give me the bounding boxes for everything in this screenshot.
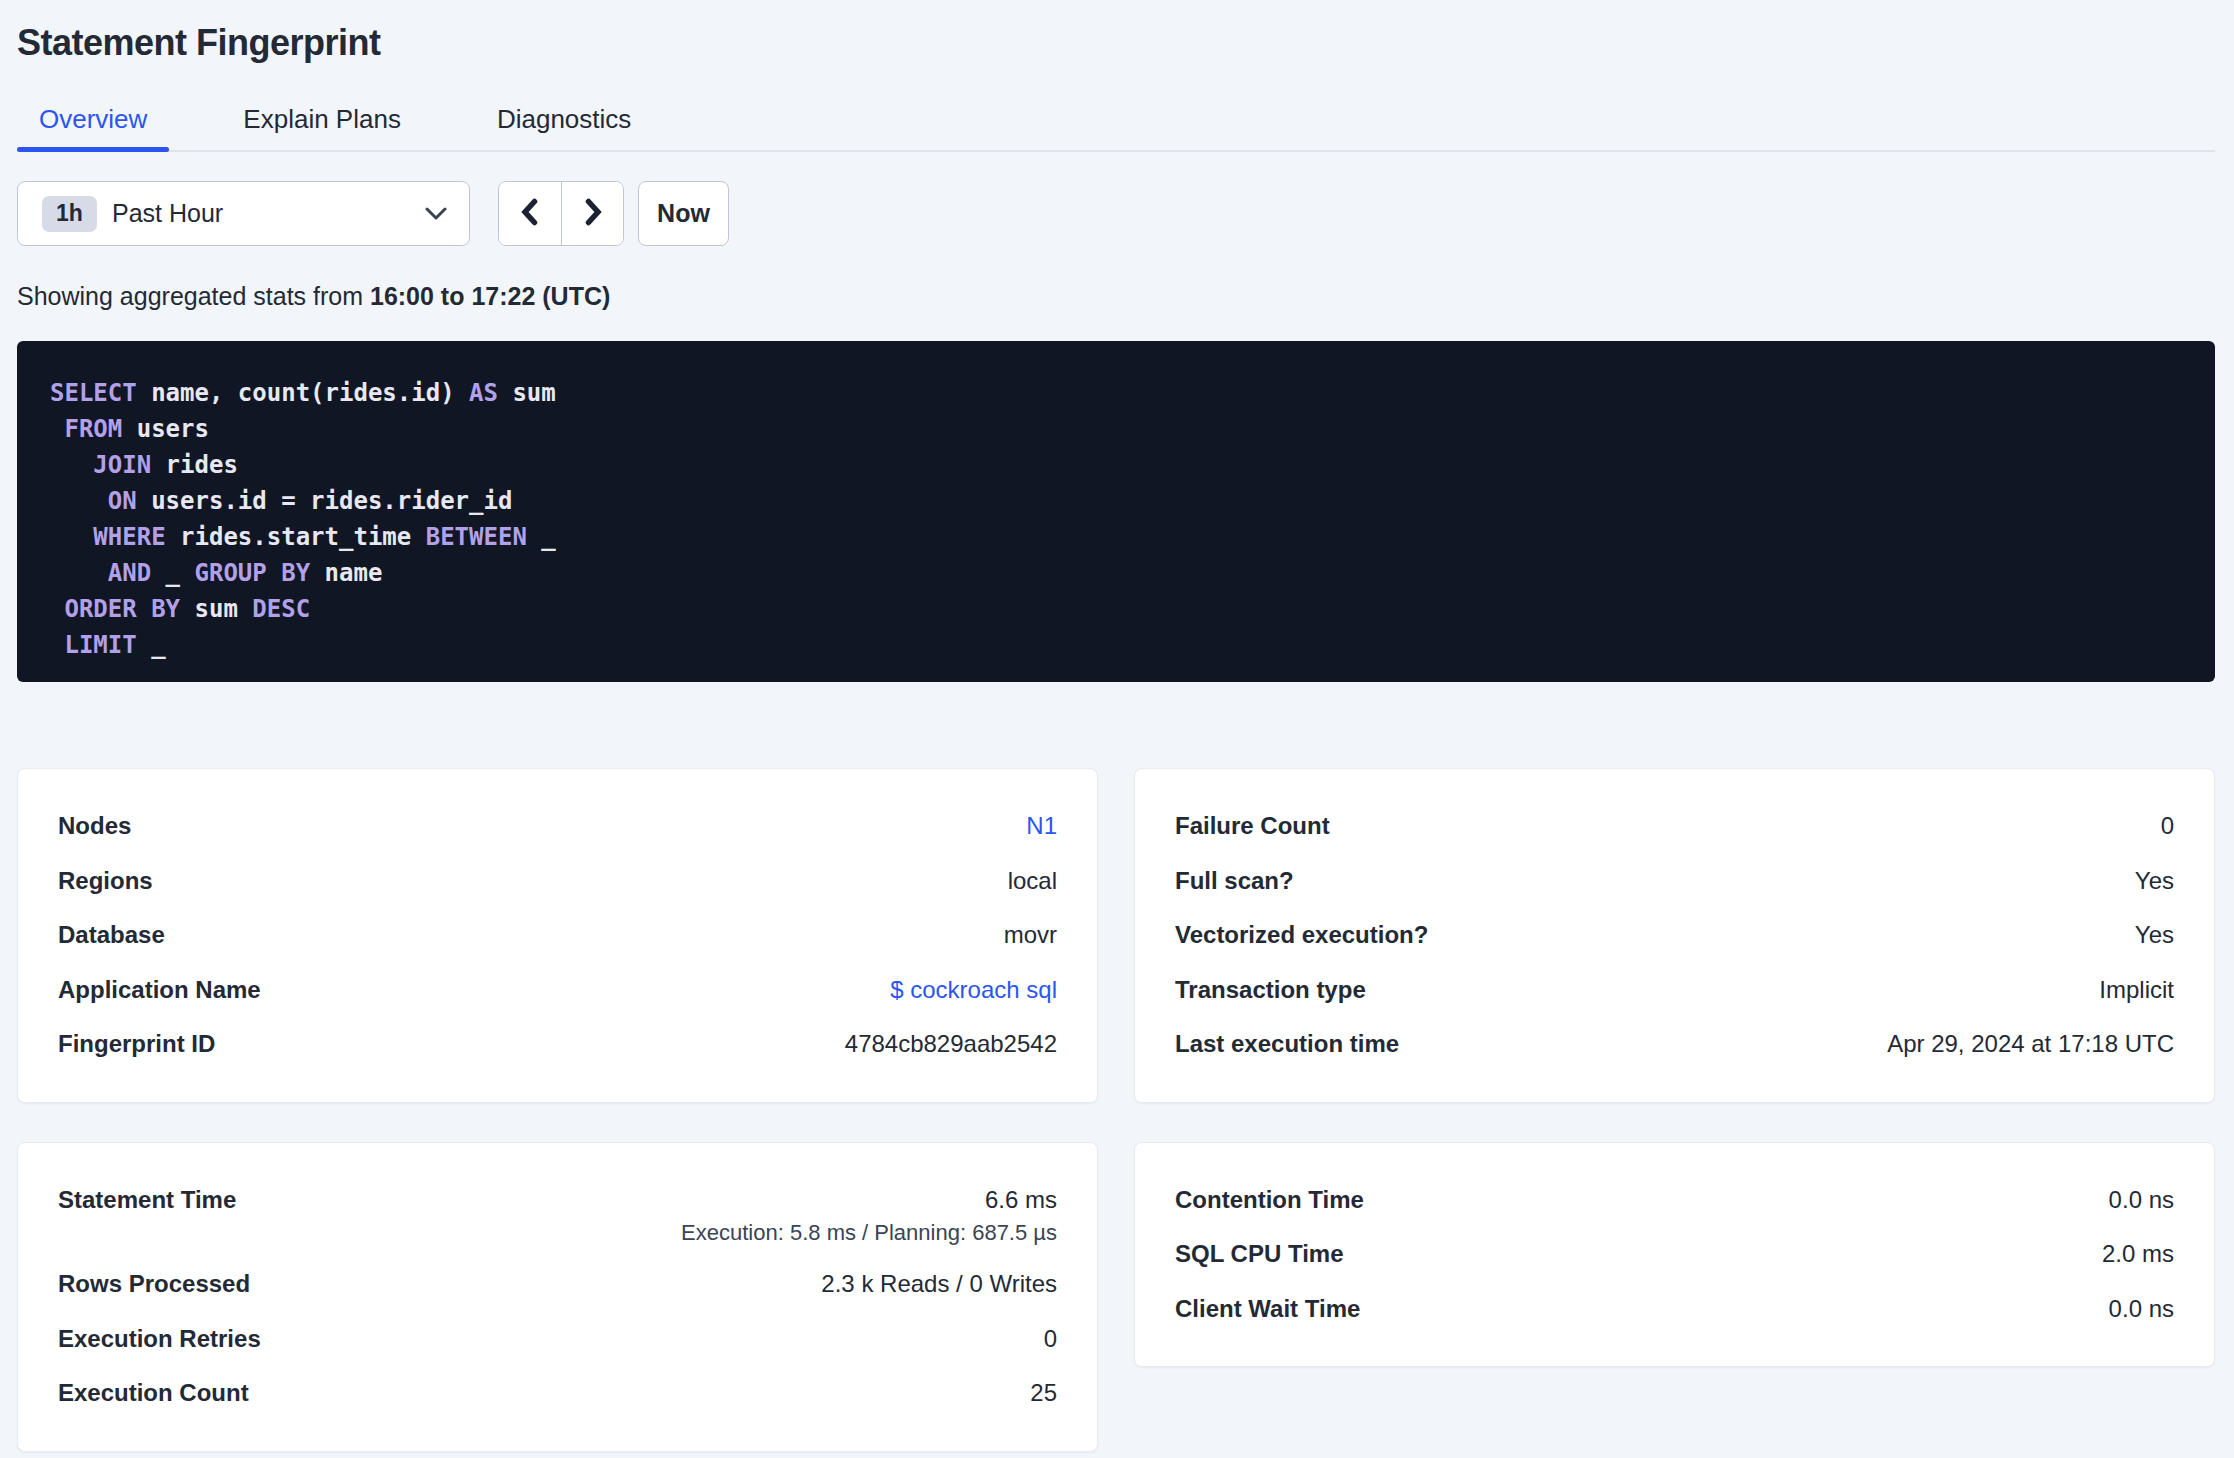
stat-row: Application Name $ cockroach sql <box>58 963 1057 1018</box>
sql-statement-text: SELECT name, count(rides.id) AS sum FROM… <box>50 375 2182 663</box>
stat-row: Last execution time Apr 29, 2024 at 17:18… <box>1175 1017 2174 1072</box>
tab-diagnostics[interactable]: Diagnostics <box>475 104 653 150</box>
stat-label: Transaction type <box>1175 976 1366 1004</box>
stat-label: Database <box>58 921 165 949</box>
stat-label: Failure Count <box>1175 812 1330 840</box>
stat-label: Client Wait Time <box>1175 1295 1360 1323</box>
tab-bar: Overview Explain Plans Diagnostics <box>17 104 2215 152</box>
stat-label: Vectorized execution? <box>1175 921 1428 949</box>
time-controls: 1h Past Hour Now <box>17 181 2215 246</box>
stat-value: 6.6 ms <box>985 1186 1057 1214</box>
stat-label: Full scan? <box>1175 867 1294 895</box>
tab-overview[interactable]: Overview <box>17 104 169 150</box>
stat-row: Nodes N1 <box>58 799 1057 854</box>
previous-range-button[interactable] <box>499 182 561 245</box>
stat-row: Regions local <box>58 854 1057 909</box>
stat-value: Apr 29, 2024 at 17:18 UTC <box>1887 1030 2174 1058</box>
execution-attributes-card: Failure Count0Full scan?YesVectorized ex… <box>1134 768 2215 1103</box>
stat-row: Execution Retries 0 <box>58 1312 1057 1367</box>
stat-value[interactable]: N1 <box>1026 812 1057 840</box>
stat-row: Statement Time 6.6 ms Execution: 5.8 ms / … <box>58 1173 1057 1258</box>
stat-row: Transaction type Implicit <box>1175 963 2174 1018</box>
statement-details-card: Nodes N1 Regions local Database movr Applicati… <box>17 768 1098 1103</box>
stat-row: Contention Time 0.0 ns <box>1175 1173 2174 1228</box>
stat-value: 0 <box>2161 812 2174 840</box>
stat-value[interactable]: $ cockroach sql <box>890 976 1057 1004</box>
stat-row: Full scan? Yes <box>1175 854 2174 909</box>
stat-row: Execution Count 25 <box>58 1366 1057 1421</box>
stat-row: Rows Processed 2.3 k Reads / 0 Writes <box>58 1257 1057 1312</box>
next-range-button[interactable] <box>561 182 623 245</box>
stat-value: 0.0 ns <box>2109 1295 2174 1323</box>
stats-caption-prefix: Showing aggregated stats from <box>17 282 370 310</box>
stat-label: Execution Count <box>58 1379 249 1407</box>
page-container: Statement Fingerprint Overview Explain Pl… <box>0 0 2234 1452</box>
stat-label: Regions <box>58 867 153 895</box>
stat-value: 0 <box>1044 1325 1057 1353</box>
stat-row: Client Wait Time 0.0 ns <box>1175 1282 2174 1337</box>
stat-value: Yes <box>2135 921 2174 949</box>
sql-statement-box: SELECT name, count(rides.id) AS sum FROM… <box>17 341 2215 682</box>
stat-label: Rows Processed <box>58 1270 250 1298</box>
summary-cards: Nodes N1 Regions local Database movr Applicati… <box>17 768 2215 1452</box>
stat-label: Application Name <box>58 976 261 1004</box>
stat-row: Database movr <box>58 908 1057 963</box>
chevron-right-icon <box>580 198 606 229</box>
statement-timing-card: Statement Time 6.6 ms Execution: 5.8 ms / … <box>17 1142 1098 1452</box>
stat-value: local <box>1008 867 1057 895</box>
stat-label: Nodes <box>58 812 131 840</box>
stat-value: 25 <box>1030 1379 1057 1407</box>
chevron-left-icon <box>517 198 543 229</box>
now-button[interactable]: Now <box>638 181 729 246</box>
stat-row: Fingerprint ID 4784cb829aab2542 <box>58 1017 1057 1072</box>
page-title: Statement Fingerprint <box>17 0 2215 64</box>
stat-value: Implicit <box>2099 976 2174 1004</box>
stat-value: 0.0 ns <box>2109 1186 2174 1214</box>
stat-row: SQL CPU Time 2.0 ms <box>1175 1227 2174 1282</box>
range-pager <box>498 181 624 246</box>
stat-row: Vectorized execution? Yes <box>1175 908 2174 963</box>
stats-caption-range: 16:00 to 17:22 (UTC) <box>370 282 610 310</box>
stat-row: Failure Count 0 <box>1175 799 2174 854</box>
stat-value: 2.0 ms <box>2102 1240 2174 1268</box>
stat-label: SQL CPU Time <box>1175 1240 1344 1268</box>
stat-value: 4784cb829aab2542 <box>845 1030 1057 1058</box>
time-range-label: Past Hour <box>112 199 223 228</box>
time-range-picker[interactable]: 1h Past Hour <box>17 181 470 246</box>
stat-label: Fingerprint ID <box>58 1030 215 1058</box>
stat-label: Last execution time <box>1175 1030 1399 1058</box>
aggregated-stats-caption: Showing aggregated stats from 16:00 to 1… <box>17 282 2215 311</box>
tab-explain-plans[interactable]: Explain Plans <box>221 104 423 150</box>
chevron-down-icon <box>425 207 447 221</box>
stat-label: Execution Retries <box>58 1325 261 1353</box>
stat-value: Yes <box>2135 867 2174 895</box>
wait-time-card: Contention Time 0.0 ns SQL CPU Time 2.0 ms C… <box>1134 1142 2215 1368</box>
stat-value: 2.3 k Reads / 0 Writes <box>821 1270 1057 1298</box>
time-range-badge: 1h <box>42 196 97 232</box>
stat-value-detail: Execution: 5.8 ms / Planning: 687.5 µs <box>58 1221 1057 1245</box>
stat-label: Contention Time <box>1175 1186 1364 1214</box>
stat-value: movr <box>1004 921 1057 949</box>
stat-label: Statement Time <box>58 1186 236 1214</box>
